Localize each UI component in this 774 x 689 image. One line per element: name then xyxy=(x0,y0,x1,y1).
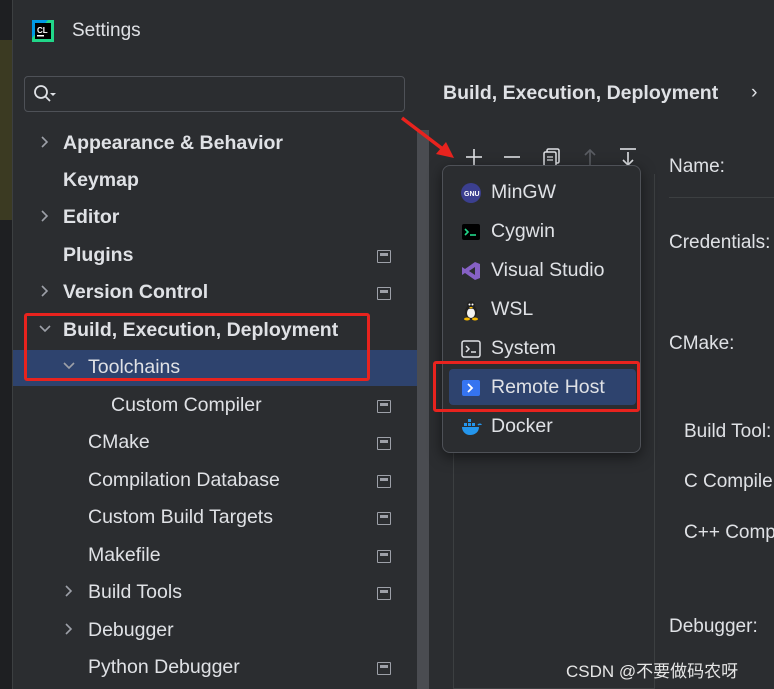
sidebar-item-editor[interactable]: Editor xyxy=(13,200,417,236)
project-settings-icon xyxy=(377,550,391,563)
popup-item-label: Docker xyxy=(491,415,553,437)
cpp-compiler-label: C++ Compi xyxy=(684,522,774,543)
svg-text:GNU: GNU xyxy=(464,191,480,198)
sidebar-item-label: Appearance & Behavior xyxy=(63,132,283,154)
search-icon xyxy=(34,85,56,102)
sidebar-item-label: Plugins xyxy=(63,244,134,266)
popup-item-label: Cygwin xyxy=(491,220,555,242)
cygwin-icon xyxy=(462,224,480,240)
sidebar-item-debugger[interactable]: Debugger xyxy=(13,613,417,649)
name-label: Name: xyxy=(669,156,725,177)
sidebar-item-label: Python Debugger xyxy=(88,656,240,678)
title-bar: CL Settings xyxy=(13,0,774,62)
sidebar-item-appearance-behavior[interactable]: Appearance & Behavior xyxy=(13,126,417,162)
gnu-icon: GNU xyxy=(461,183,481,203)
background-editor-fragment xyxy=(0,40,12,220)
docker-icon xyxy=(462,419,482,435)
sidebar-item-label: Keymap xyxy=(63,169,139,191)
scrollbar-thumb[interactable] xyxy=(417,130,429,689)
breadcrumb: Build, Execution, Deployment › T xyxy=(443,81,758,105)
sidebar-item-label: Editor xyxy=(63,206,120,228)
popup-item-visual-studio[interactable]: Visual Studio xyxy=(449,252,636,288)
popup-item-label: Visual Studio xyxy=(491,259,605,281)
popup-item-label: MinGW xyxy=(491,181,556,203)
sidebar-item-makefile[interactable]: Makefile xyxy=(13,538,417,574)
sidebar-item-label: Custom Compiler xyxy=(111,394,262,416)
sidebar-item-plugins[interactable]: Plugins xyxy=(13,238,417,274)
clion-logo-icon: CL xyxy=(32,20,54,42)
sidebar-item-cmake[interactable]: CMake xyxy=(13,425,417,461)
sidebar-item-label: Makefile xyxy=(88,544,161,566)
popup-item-label: WSL xyxy=(491,298,534,320)
project-settings-icon xyxy=(377,587,391,600)
project-settings-icon xyxy=(377,250,391,263)
sidebar-item-version-control[interactable]: Version Control xyxy=(13,275,417,311)
sidebar-item-label: Custom Build Targets xyxy=(88,506,273,528)
debugger-label: Debugger: xyxy=(669,616,758,637)
project-settings-icon xyxy=(377,475,391,488)
annotation-highlight-remote-host xyxy=(433,361,640,412)
project-settings-icon xyxy=(377,662,391,675)
sidebar-item-compilation-database[interactable]: Compilation Database xyxy=(13,463,417,499)
watermark-text: CSDN @不要做码农呀 xyxy=(566,662,739,681)
sidebar-item-custom-compiler[interactable]: Custom Compiler xyxy=(13,388,417,424)
chevron-right-icon[interactable] xyxy=(61,621,77,637)
project-settings-icon xyxy=(377,437,391,450)
chevron-right-icon[interactable] xyxy=(37,134,53,150)
sidebar-item-build-tools[interactable]: Build Tools xyxy=(13,575,417,611)
sidebar-item-label: CMake xyxy=(88,431,150,453)
sidebar-item-python-debugger[interactable]: Python Debugger xyxy=(13,650,417,686)
project-settings-icon xyxy=(377,400,391,413)
sidebar-item-custom-build-targets[interactable]: Custom Build Targets xyxy=(13,500,417,536)
popup-item-label: System xyxy=(491,337,557,359)
divider xyxy=(669,197,774,198)
chevron-right-icon[interactable] xyxy=(37,208,53,224)
popup-item-mingw[interactable]: GNU MinGW xyxy=(449,174,636,210)
c-compiler-label: C Compiler xyxy=(684,471,774,492)
popup-item-wsl[interactable]: WSL xyxy=(449,291,636,327)
build-tool-label: Build Tool: xyxy=(684,421,772,442)
search-input[interactable] xyxy=(61,81,391,107)
annotation-arrow-icon xyxy=(400,116,454,158)
sidebar-item-keymap[interactable]: Keymap xyxy=(13,163,417,199)
visual-studio-icon xyxy=(462,262,480,280)
sidebar-item-label: Version Control xyxy=(63,281,209,303)
annotation-highlight-toolchains xyxy=(24,313,370,381)
project-settings-icon xyxy=(377,287,391,300)
chevron-right-icon[interactable] xyxy=(61,583,77,599)
breadcrumb-section[interactable]: Build, Execution, Deployment xyxy=(443,82,718,104)
project-settings-icon xyxy=(377,512,391,525)
popup-item-cygwin[interactable]: Cygwin xyxy=(449,213,636,249)
linux-penguin-icon xyxy=(464,301,478,321)
credentials-label: Credentials: xyxy=(669,232,771,253)
popup-item-docker[interactable]: Docker xyxy=(449,408,636,444)
terminal-icon xyxy=(461,340,481,358)
window-title: Settings xyxy=(72,20,141,41)
sidebar-item-label: Build Tools xyxy=(88,581,182,603)
sidebar-item-label: Debugger xyxy=(88,619,174,641)
breadcrumb-separator: › xyxy=(751,81,758,103)
sidebar-item-label: Compilation Database xyxy=(88,469,280,491)
background-window-edge xyxy=(0,0,12,689)
search-box[interactable] xyxy=(24,76,405,112)
cmake-label: CMake: xyxy=(669,333,735,354)
logo-text: CL xyxy=(37,26,48,35)
chevron-right-icon[interactable] xyxy=(37,283,53,299)
